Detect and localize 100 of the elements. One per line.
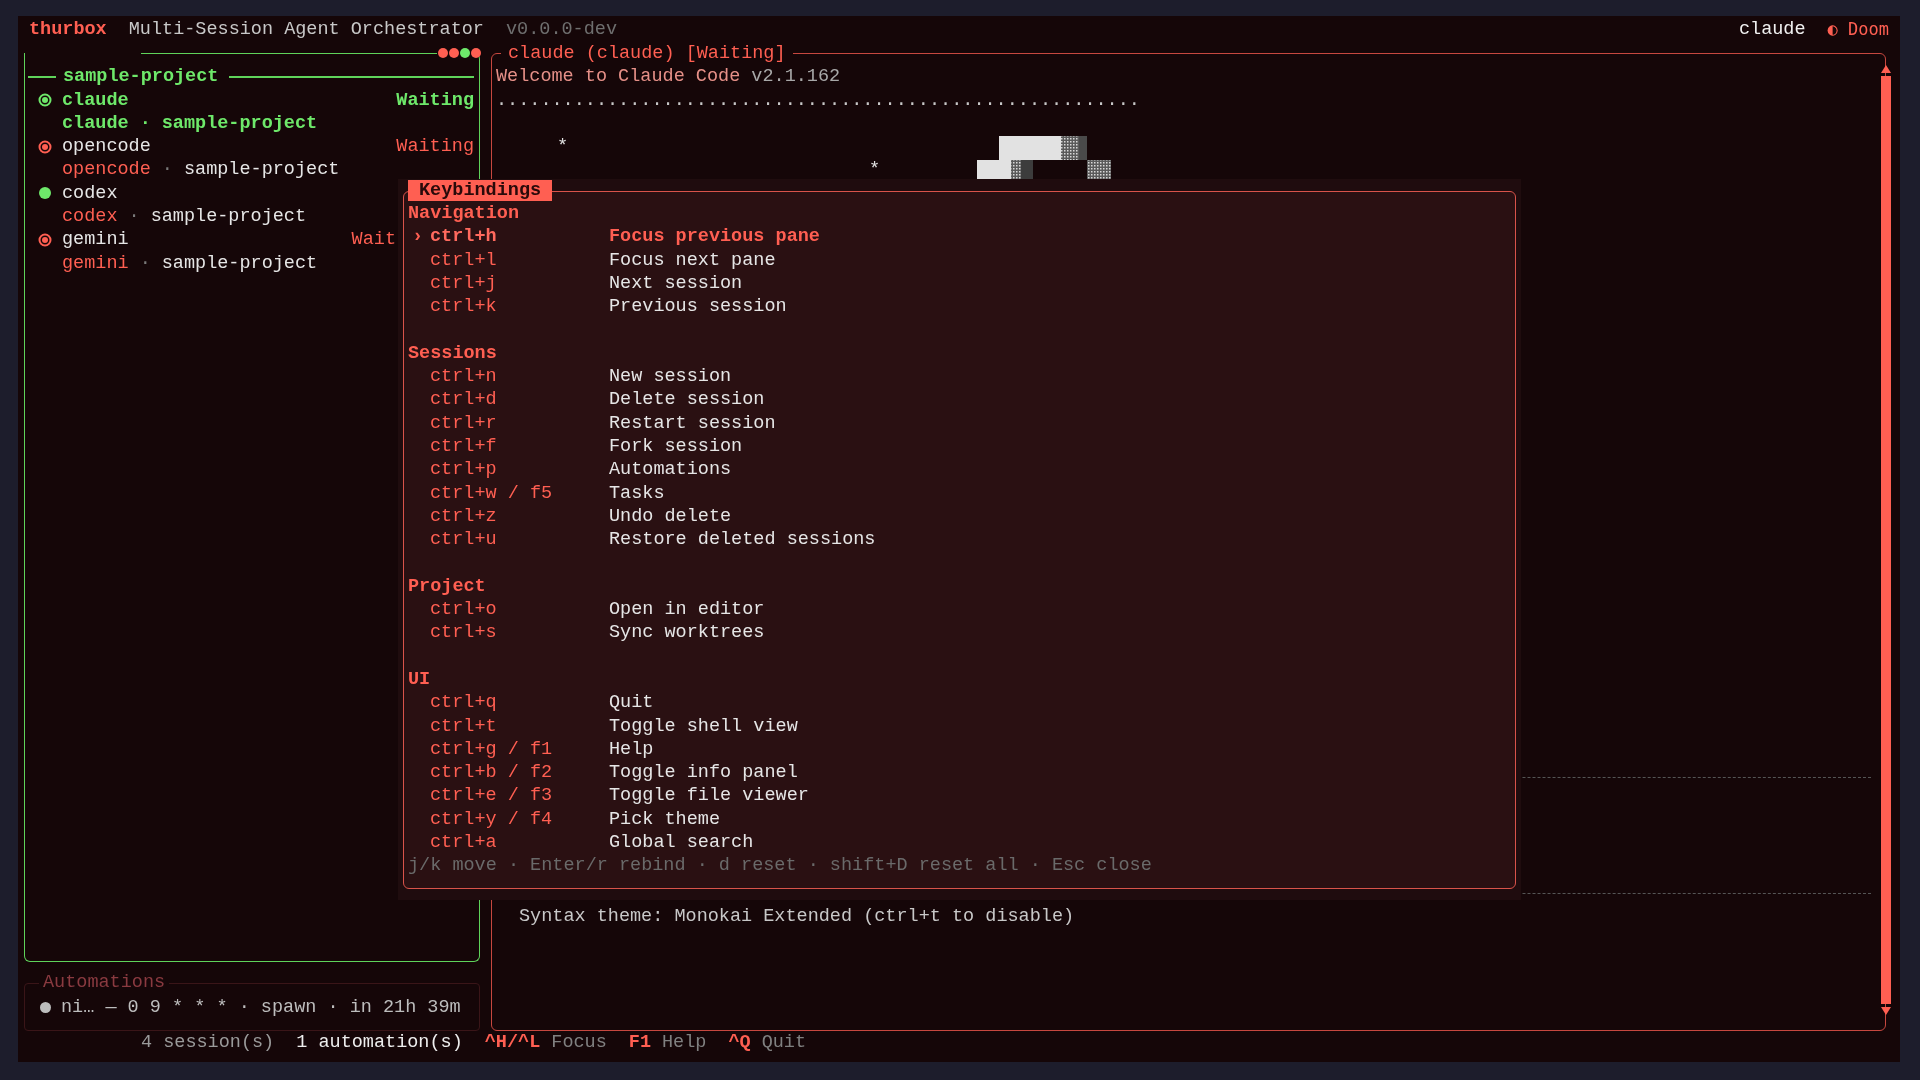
agent-name: claude xyxy=(62,111,129,136)
shortcut-key: ctrl+z xyxy=(430,504,609,529)
action-label: Previous session xyxy=(609,295,787,319)
action-label: Next session xyxy=(609,271,743,296)
shortcut-key: ctrl+d xyxy=(430,388,609,412)
shortcut-key: ctrl+g / f1 xyxy=(430,737,609,762)
keybinding-row[interactable]: ctrl+e / f3 Toggle file viewer xyxy=(408,784,1515,808)
shortcut-key: ctrl+y / f4 xyxy=(430,807,609,831)
shortcut-key: F1 xyxy=(628,1031,651,1055)
shortcut-key: ctrl+q xyxy=(430,691,609,715)
keybinding-row[interactable]: ctrl+l Focus next pane xyxy=(408,248,1515,272)
separator-dot: · xyxy=(139,251,151,275)
cursor-mark: › xyxy=(412,226,424,248)
action-label: Quit xyxy=(609,691,654,715)
shortcut-key: ^Q xyxy=(728,1031,751,1055)
project-name: sample-project xyxy=(183,158,340,182)
shortcut-key: ctrl+b / f2 xyxy=(430,761,609,785)
dotted-rule: .......................................................... xyxy=(496,89,1140,111)
keybinding-row[interactable]: ctrl+j Next session xyxy=(408,271,1515,296)
asterisk-mark: * xyxy=(868,159,881,181)
section-heading: Sessions xyxy=(408,341,498,366)
shortcut-key: ctrl+t xyxy=(430,714,609,738)
session-name: codex xyxy=(62,181,118,206)
action-label: Toggle shell view xyxy=(609,714,798,738)
shortcut-key: ctrl+h xyxy=(430,225,609,249)
keybinding-row[interactable]: ctrl+g / f1 Help xyxy=(408,737,1515,762)
automation-item[interactable]: ni… — 0 9 * * * · spawn · in 21h 39m xyxy=(61,996,461,1020)
action-label: Delete session xyxy=(609,388,765,412)
scroll-down-icon[interactable] xyxy=(1881,1006,1891,1017)
shortcut-label: Quit xyxy=(761,1031,807,1055)
scroll-up-icon[interactable] xyxy=(1881,64,1891,75)
session-status: Waiting xyxy=(396,88,474,112)
welcome-text: Welcome to Claude Code xyxy=(496,66,741,88)
keybinding-row[interactable]: ctrl+w / f5 Tasks xyxy=(408,481,1515,505)
shortcut-label: Help xyxy=(662,1031,707,1055)
separator-dot: · xyxy=(161,158,173,182)
automation-count: 1 automation(s) xyxy=(296,1031,463,1055)
separator-dot: · xyxy=(139,111,151,136)
project-name: sample-project xyxy=(161,251,318,275)
keybinding-row[interactable]: ctrl+r Restart session xyxy=(408,411,1515,435)
shortcut-key: ctrl+a xyxy=(430,831,609,855)
session-name: claude xyxy=(62,88,129,112)
keybinding-row[interactable]: ctrl+o Open in editor xyxy=(408,598,1515,622)
action-label: Tasks xyxy=(609,481,665,505)
dialog-title: Keybindings xyxy=(408,180,553,201)
keybinding-row[interactable]: ctrl+d Delete session xyxy=(408,388,1515,412)
project-name: sample-project xyxy=(161,111,318,136)
session-name: gemini xyxy=(62,228,129,252)
action-label: Focus previous pane xyxy=(609,225,820,249)
session-name: opencode xyxy=(62,135,151,159)
action-label: Pick theme xyxy=(609,807,721,831)
action-label: Fork session xyxy=(609,434,743,459)
theme-label[interactable]: ◐ Doom xyxy=(1827,18,1889,42)
action-label: Toggle info panel xyxy=(609,761,798,785)
keybinding-row[interactable]: ctrl+s Sync worktrees xyxy=(408,621,1515,645)
keybinding-row[interactable]: ctrl+u Restore deleted sessions xyxy=(408,528,1515,552)
section-heading: Project xyxy=(408,574,487,599)
session-count: 4 session(s) xyxy=(141,1031,275,1055)
shortcut-key: ctrl+n xyxy=(430,365,609,389)
keybinding-row[interactable]: ctrl+k Previous session xyxy=(408,295,1515,319)
session-item[interactable]: claude Waiting claude · sample-project xyxy=(28,88,474,136)
keybinding-row[interactable]: ctrl+y / f4 Pick theme xyxy=(408,807,1515,831)
session-status: Wait xyxy=(351,228,396,252)
keybinding-row[interactable]: ctrl+q Quit xyxy=(408,691,1515,715)
shortcut-key: ctrl+r xyxy=(430,411,609,435)
action-label: Focus next pane xyxy=(609,248,776,272)
syntax-note: Syntax theme: Monokai Extended (ctrl+t to disable) xyxy=(518,904,1076,929)
keybinding-row[interactable]: ctrl+z Undo delete xyxy=(408,504,1515,529)
action-label: New session xyxy=(609,365,732,389)
shortcut-key: ctrl+u xyxy=(430,528,609,552)
agent-name: gemini xyxy=(62,251,129,275)
action-label: Toggle file viewer xyxy=(609,784,809,808)
project-heading: sample-project xyxy=(63,65,219,89)
keybinding-row[interactable]: ctrl+a Global search xyxy=(408,831,1515,855)
shortcut-label: Focus xyxy=(551,1031,607,1055)
action-label: Sync worktrees xyxy=(609,621,765,645)
action-label: Restore deleted sessions xyxy=(609,528,876,552)
keybinding-row[interactable]: ctrl+n New session xyxy=(408,365,1515,389)
keybinding-row[interactable]: ctrl+f Fork session xyxy=(408,434,1515,459)
asterisk-mark: * xyxy=(556,136,569,158)
agent-label: claude xyxy=(1738,18,1806,42)
shortcut-key: ctrl+w / f5 xyxy=(430,481,609,505)
shortcut-key: ctrl+p xyxy=(430,458,609,482)
action-label: Help xyxy=(609,737,654,762)
shortcut-key: ctrl+o xyxy=(430,598,609,622)
app-title: Multi-Session Agent Orchestrator xyxy=(128,18,484,42)
action-label: Restart session xyxy=(609,411,776,435)
version-label: v2.1.162 xyxy=(751,66,841,88)
shortcut-key: ctrl+f xyxy=(430,434,609,459)
keybinding-row[interactable]: › ctrl+h Focus previous pane xyxy=(408,225,1515,249)
help-hint: j/k move · Enter/r rebind · d reset · shift+D reset all · Esc close xyxy=(408,854,1153,878)
keybinding-row[interactable]: ctrl+b / f2 Toggle info panel xyxy=(408,761,1515,785)
session-status: Waiting xyxy=(396,135,474,159)
action-label: Undo delete xyxy=(609,504,732,529)
project-name: sample-project xyxy=(150,205,307,229)
keybinding-row[interactable]: ctrl+t Toggle shell view xyxy=(408,714,1515,738)
shortcut-key: ^H/^L xyxy=(484,1031,541,1055)
shortcut-key: ctrl+e / f3 xyxy=(430,784,609,808)
agent-name: codex xyxy=(62,205,118,229)
keybinding-row[interactable]: ctrl+p Automations xyxy=(408,458,1515,482)
